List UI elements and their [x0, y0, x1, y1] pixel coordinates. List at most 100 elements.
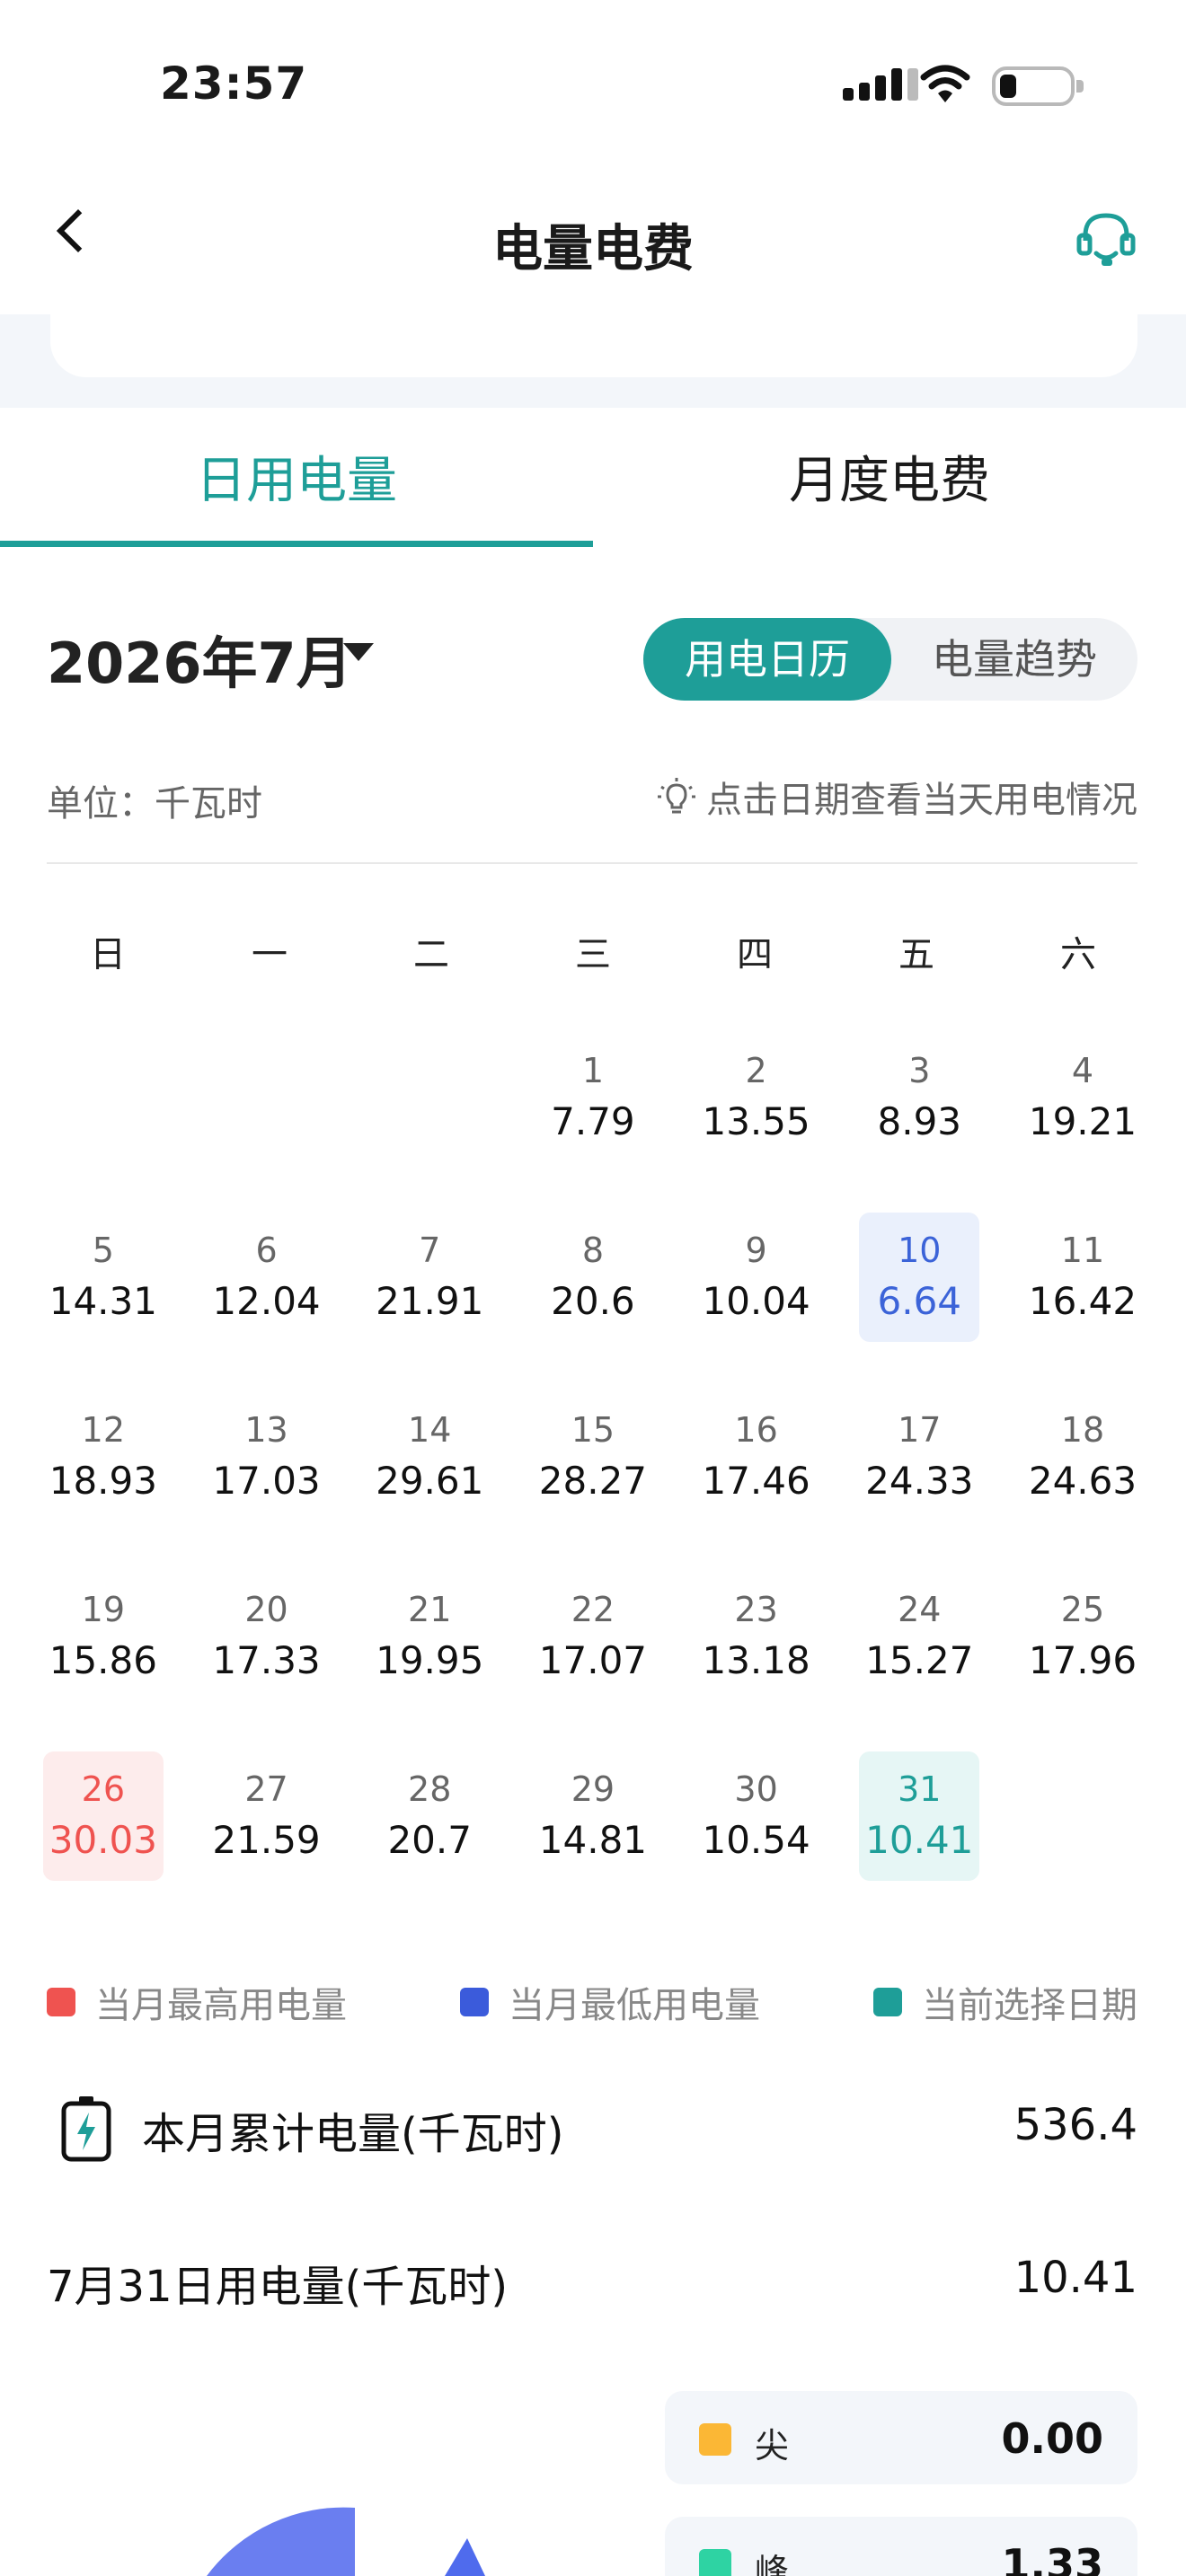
breakdown-value: 1.33	[1001, 2540, 1104, 2576]
tab-indicator	[0, 541, 593, 547]
lightbulb-icon	[658, 778, 695, 814]
monthly-total-value: 536.4	[1013, 2100, 1137, 2150]
day-usage: 21.59	[212, 1818, 321, 1862]
calendar-day-8[interactable]: 8 20.6	[511, 1213, 675, 1392]
weekday: 三	[575, 934, 611, 975]
day-usage: 18.93	[49, 1459, 157, 1503]
legend-swatch	[460, 1988, 489, 2016]
tab-monthly-fee[interactable]: 月度电费	[593, 440, 1186, 513]
day-number: 10	[898, 1231, 942, 1270]
unit-label: 单位：千瓦时	[47, 783, 262, 825]
day-usage: 17.96	[1028, 1638, 1137, 1682]
calendar-day-1[interactable]: 1 7.79	[511, 1033, 675, 1213]
calendar-day-17[interactable]: 17 24.33	[837, 1392, 1001, 1572]
weekday-header: 日 一 二 三 四 五 六	[27, 925, 1159, 977]
day-number: 17	[898, 1410, 942, 1450]
calendar-day-16[interactable]: 16 17.46	[675, 1392, 838, 1572]
day-usage: 16.42	[1028, 1279, 1137, 1323]
day-number: 21	[408, 1590, 452, 1629]
calendar-day-12[interactable]: 12 18.93	[22, 1392, 185, 1572]
calendar-day-29[interactable]: 29 14.81	[511, 1751, 675, 1931]
day-number: 28	[408, 1769, 452, 1809]
day-usage: 10.04	[702, 1279, 810, 1323]
day-usage: 21.91	[376, 1279, 484, 1323]
toggle-trend[interactable]: 电量趋势	[891, 618, 1137, 701]
calendar-day-15[interactable]: 15 28.27	[511, 1392, 675, 1572]
calendar-day-20[interactable]: 20 17.33	[185, 1572, 349, 1751]
day-number: 11	[1060, 1231, 1105, 1270]
legend-label: 当月最低用电量	[509, 1985, 760, 2026]
calendar-day-23[interactable]: 23 13.18	[675, 1572, 838, 1751]
calendar-day-30[interactable]: 30 10.54	[675, 1751, 838, 1931]
calendar-day-22[interactable]: 22 17.07	[511, 1572, 675, 1751]
calendar-day-11[interactable]: 11 16.42	[1001, 1213, 1164, 1392]
toggle-calendar[interactable]: 用电日历	[643, 618, 891, 701]
day-number: 23	[734, 1590, 778, 1629]
calendar-day-2[interactable]: 2 13.55	[675, 1033, 838, 1213]
customer-service-icon[interactable]	[1075, 208, 1137, 271]
calendar-day-27[interactable]: 27 21.59	[185, 1751, 349, 1931]
day-usage: 19.95	[376, 1638, 484, 1682]
month-selector[interactable]: 2026年7月	[47, 618, 352, 699]
calendar-day-21[interactable]: 21 19.95	[348, 1572, 511, 1751]
calendar-empty-cell	[185, 1033, 349, 1213]
day-number: 19	[81, 1590, 126, 1629]
weekday: 日	[90, 934, 126, 975]
calendar-day-9[interactable]: 9 10.04	[675, 1213, 838, 1392]
calendar-day-28[interactable]: 28 20.7	[348, 1751, 511, 1931]
day-usage: 13.55	[702, 1099, 810, 1143]
day-usage: 17.07	[538, 1638, 648, 1682]
day-usage: 15.27	[865, 1638, 974, 1682]
calendar-day-3[interactable]: 3 8.93	[837, 1033, 1001, 1213]
day-number: 30	[734, 1769, 778, 1809]
day-number: 3	[908, 1051, 931, 1090]
legend-item-lowest: 当月最低用电量	[460, 1976, 760, 2028]
battery-icon	[992, 66, 1084, 106]
caret-down-icon[interactable]	[343, 643, 374, 661]
day-usage: 17.33	[212, 1638, 321, 1682]
calendar-day-14[interactable]: 14 29.61	[348, 1392, 511, 1572]
day-number: 20	[244, 1590, 288, 1629]
calendar-week: 19 15.86 20 17.33 21 19.95 22 17.07 23 13.18 24 15.…	[22, 1572, 1164, 1751]
weekday: 五	[898, 934, 934, 975]
calendar-day-25[interactable]: 25 17.96	[1001, 1572, 1164, 1751]
calendar-week: 26 30.03 27 21.59 28 20.7 29 14.81 30 10.54 31 10.4…	[22, 1751, 1164, 1931]
day-usage: 13.18	[702, 1638, 810, 1682]
day-usage: 20.7	[387, 1818, 472, 1862]
day-number: 29	[571, 1769, 615, 1809]
calendar-day-4[interactable]: 4 19.21	[1001, 1033, 1164, 1213]
calendar-day-31[interactable]: 31 10.41	[837, 1751, 1001, 1931]
weekday: 六	[1060, 934, 1096, 975]
calendar-day-18[interactable]: 18 24.63	[1001, 1392, 1164, 1572]
calendar-empty-cell	[22, 1033, 185, 1213]
calendar-day-7[interactable]: 7 21.91	[348, 1213, 511, 1392]
monthly-total-label: 本月累计电量(千瓦时)	[142, 2109, 564, 2159]
day-usage: 10.54	[702, 1818, 810, 1862]
calendar-day-26[interactable]: 26 30.03	[22, 1751, 185, 1931]
day-usage: 8.93	[877, 1099, 962, 1143]
day-number: 9	[745, 1231, 767, 1270]
calendar-day-5[interactable]: 5 14.31	[22, 1213, 185, 1392]
day-number: 7	[419, 1231, 441, 1270]
calendar-day-24[interactable]: 24 15.27	[837, 1572, 1001, 1751]
calendar-day-6[interactable]: 6 12.04	[185, 1213, 349, 1392]
calendar-day-10[interactable]: 10 6.64	[837, 1213, 1001, 1392]
calendar-day-13[interactable]: 13 17.03	[185, 1392, 349, 1572]
day-usage: 24.63	[1028, 1459, 1137, 1503]
calendar-empty-cell	[348, 1033, 511, 1213]
day-usage: 6.64	[877, 1279, 962, 1323]
day-usage: 17.03	[212, 1459, 321, 1503]
calendar-day-19[interactable]: 19 15.86	[22, 1572, 185, 1751]
legend-label: 当月最高用电量	[95, 1985, 347, 2026]
day-number: 13	[244, 1410, 288, 1450]
day-number: 27	[244, 1769, 288, 1809]
day-number: 2	[745, 1051, 767, 1090]
day-number: 15	[571, 1410, 615, 1450]
day-usage: 20.6	[551, 1279, 635, 1323]
tab-daily-usage[interactable]: 日用电量	[0, 440, 593, 513]
selected-day-label: 7月31日用电量(千瓦时)	[47, 2262, 509, 2312]
calendar-week: 12 18.93 13 17.03 14 29.61 15 28.27 16 17.46 17 24.…	[22, 1392, 1164, 1572]
day-usage: 30.03	[49, 1818, 157, 1862]
day-usage: 7.79	[551, 1099, 635, 1143]
weekday: 四	[737, 934, 773, 975]
